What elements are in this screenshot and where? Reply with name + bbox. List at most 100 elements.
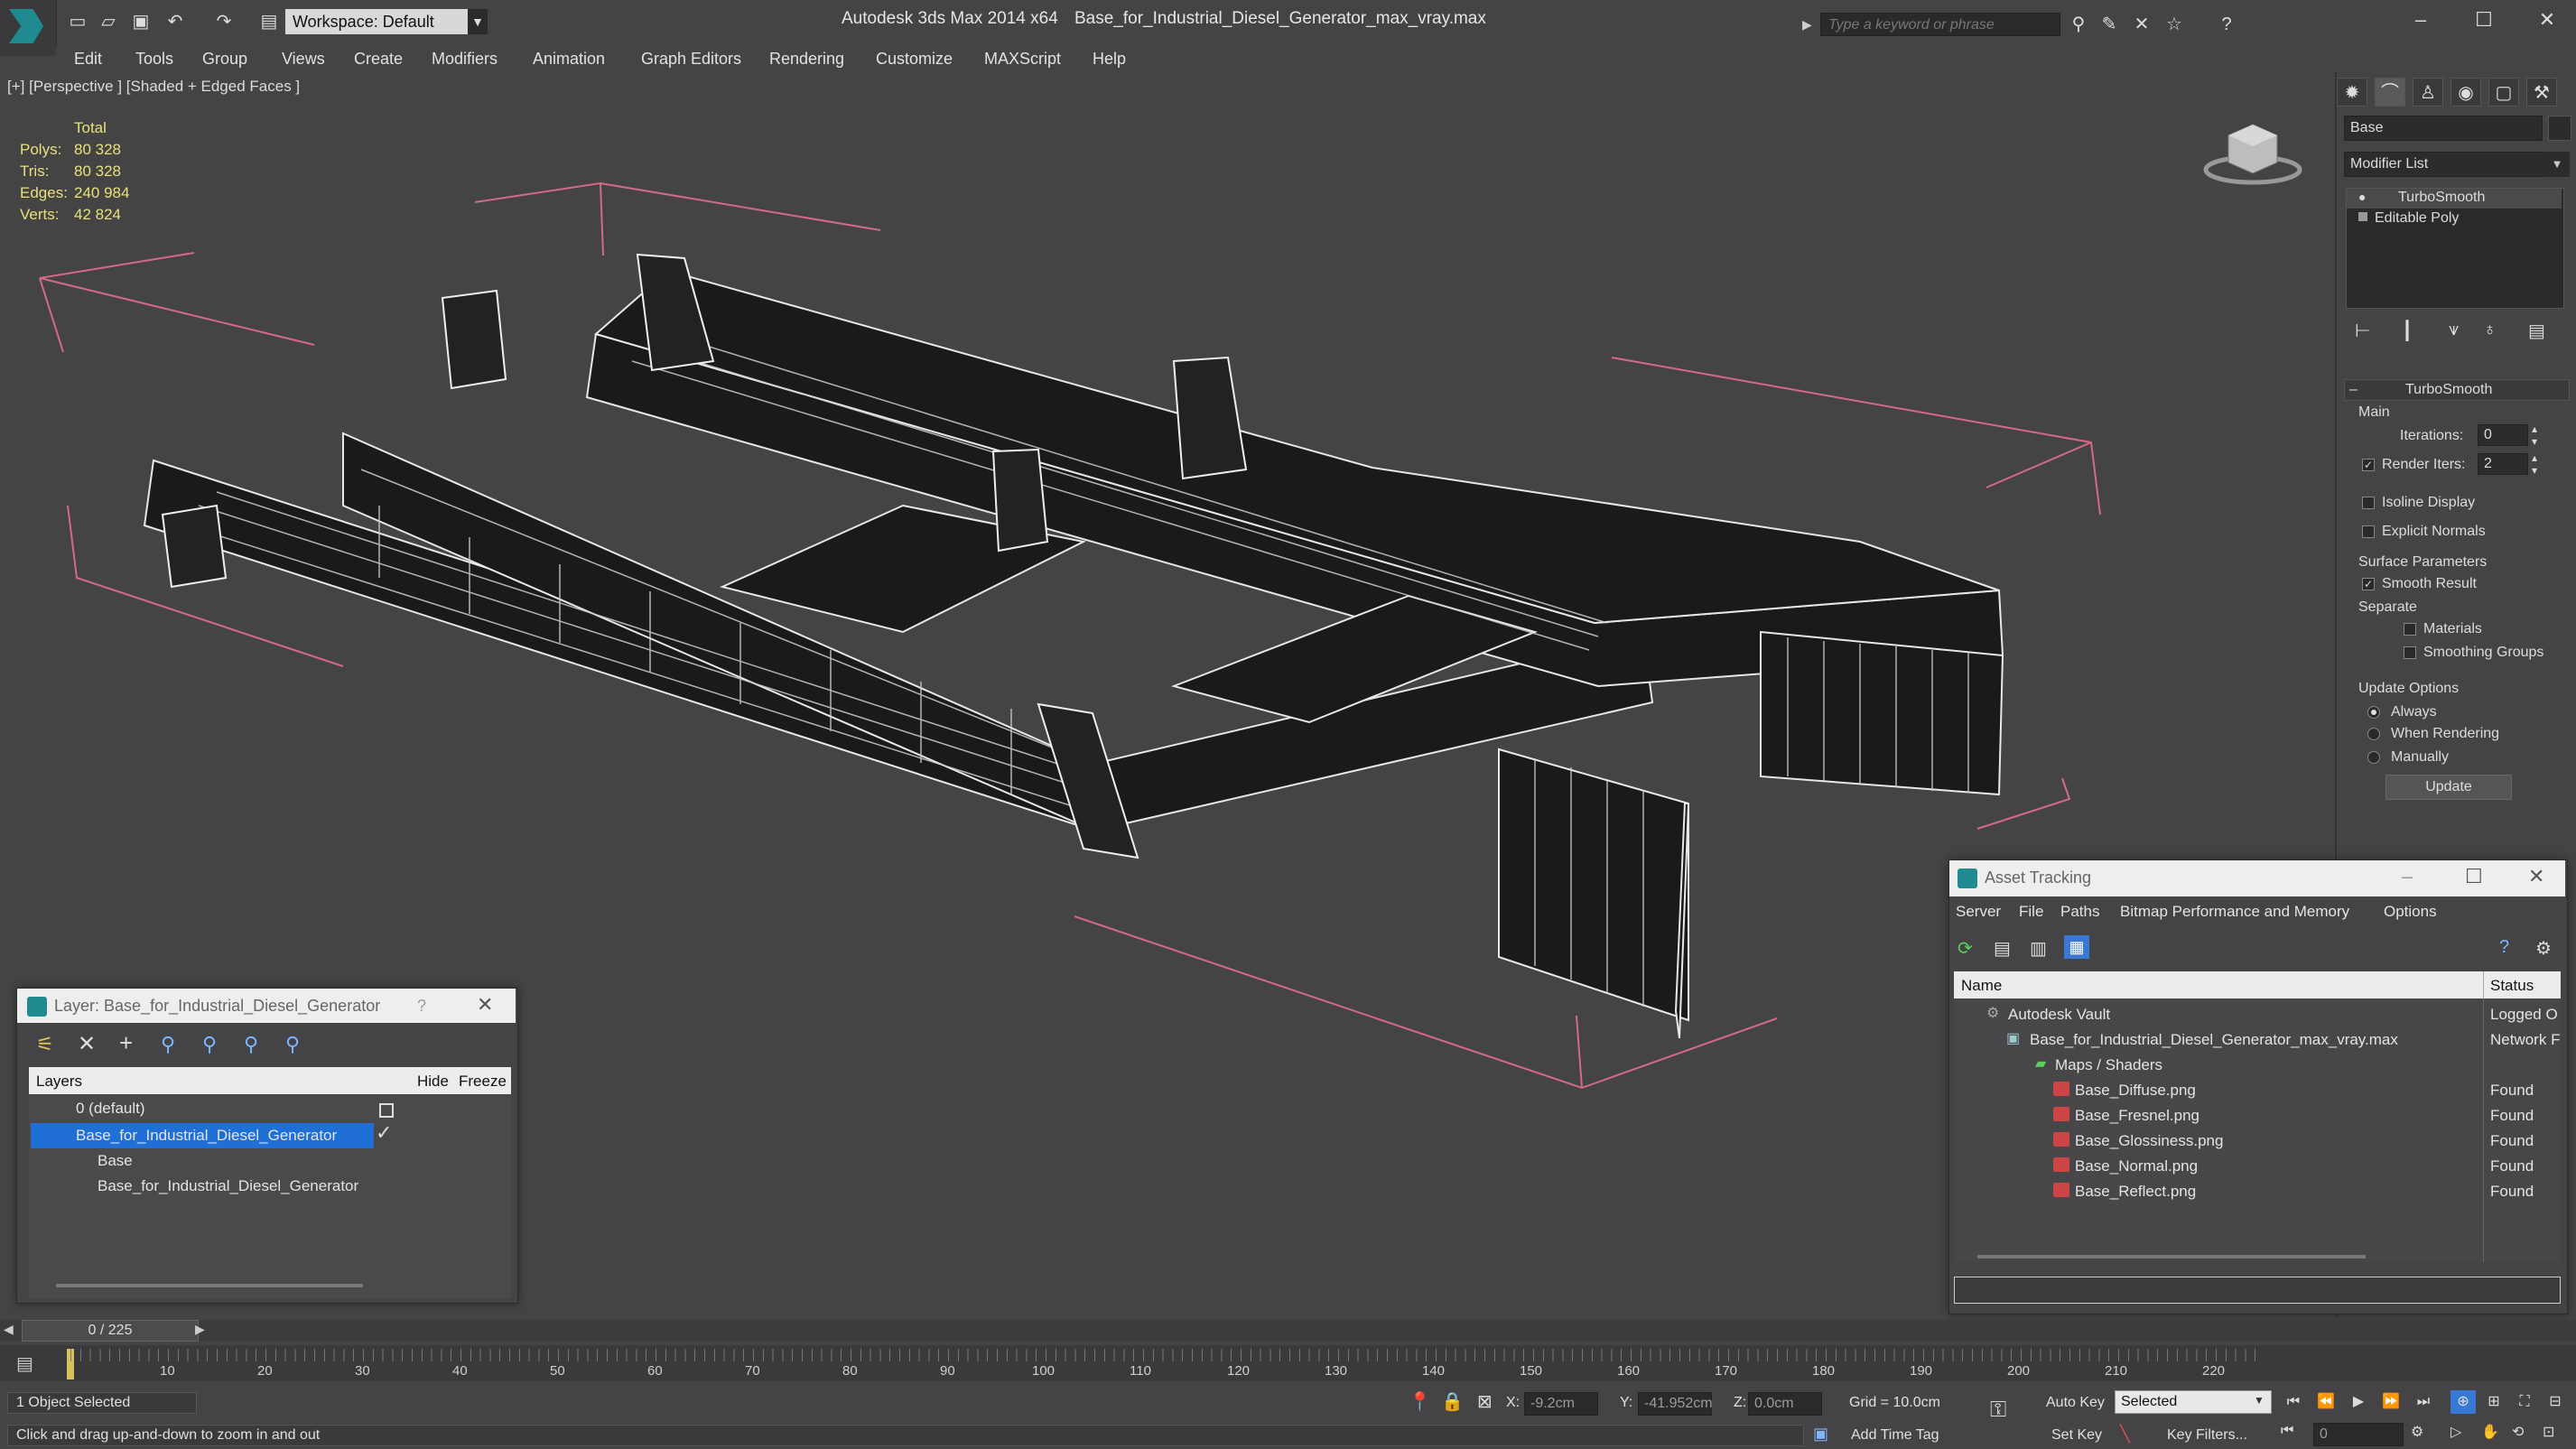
menu-help[interactable]: Help — [1093, 47, 1126, 70]
manually-radio[interactable] — [2367, 751, 2380, 764]
smoothing-groups-checkbox[interactable] — [2404, 646, 2416, 659]
asset-name[interactable]: Base_Fresnel.png — [2075, 1107, 2199, 1125]
create-tab-icon[interactable]: ✹ — [2337, 78, 2367, 107]
table-view-icon[interactable]: ▦ — [2064, 935, 2089, 959]
close-icon[interactable]: ✕ — [477, 993, 493, 1017]
set-key-button[interactable]: Set Key — [2051, 1427, 2102, 1444]
new-file-icon[interactable]: ▭ — [65, 9, 90, 34]
undo-icon[interactable]: ↶ — [163, 9, 188, 34]
stack-item-editable-poly[interactable]: Editable Poly — [2375, 210, 2459, 227]
modifier-list-dropdown[interactable]: Modifier List — [2344, 152, 2546, 177]
current-frame-field[interactable]: 0 — [2313, 1423, 2404, 1446]
asset-name[interactable]: Base_Normal.png — [2075, 1157, 2198, 1175]
checkmark-icon[interactable]: ✓ — [376, 1121, 392, 1145]
time-slider[interactable] — [0, 1320, 2576, 1342]
asset-name[interactable]: Autodesk Vault — [2008, 1006, 2110, 1024]
search-input[interactable]: Type a keyword or phrase — [1820, 13, 2060, 36]
curve-editor-icon[interactable]: ▤ — [16, 1352, 33, 1375]
list-view-icon[interactable]: ▤ — [1994, 937, 2011, 960]
isoline-display-checkbox[interactable] — [2362, 497, 2375, 509]
minimize-icon[interactable]: – — [2389, 2, 2452, 38]
chevron-down-icon[interactable]: ▼ — [468, 9, 488, 34]
close-icon[interactable]: ✕ — [2516, 2, 2576, 38]
project-folder-icon[interactable]: ▤ — [256, 9, 282, 34]
zoom-extents-all-icon[interactable]: ⊟ — [2543, 1390, 2568, 1414]
col-layers[interactable]: Layers — [36, 1073, 82, 1091]
time-tag-icon[interactable]: ▣ — [1813, 1425, 1828, 1444]
menu-create[interactable]: Create — [354, 47, 403, 70]
previous-frame-icon[interactable]: ⏪ — [2313, 1390, 2339, 1414]
always-radio[interactable] — [2367, 706, 2380, 719]
col-hide[interactable]: Hide — [417, 1073, 449, 1091]
object-name-field[interactable]: Base — [2344, 116, 2543, 141]
select-objects-icon[interactable]: ⚲ — [161, 1033, 175, 1056]
current-layer-icon[interactable] — [379, 1103, 394, 1118]
pan-view-icon[interactable]: ✋ — [2481, 1423, 2499, 1441]
time-slider-thumb[interactable]: 0 / 225 — [22, 1320, 199, 1342]
lock-selection-icon[interactable]: 🔒 — [1441, 1390, 1464, 1413]
menu-bitmap-performance[interactable]: Bitmap Performance and Memory — [2120, 903, 2349, 921]
maximize-icon[interactable]: ☐ — [2452, 2, 2516, 38]
chevron-down-icon[interactable]: ▼ — [2544, 152, 2570, 177]
add-to-layer-icon[interactable]: + — [119, 1029, 133, 1057]
y-coordinate-field[interactable]: -41.952cm — [1638, 1392, 1713, 1416]
menu-rendering[interactable]: Rendering — [769, 47, 844, 70]
go-to-end-icon[interactable]: ⏭ — [2411, 1390, 2436, 1414]
settings-icon[interactable]: ⚙ — [2535, 937, 2552, 960]
zoom-all-icon[interactable]: ⊞ — [2481, 1390, 2506, 1414]
modify-tab-icon[interactable]: ⌒ — [2375, 78, 2405, 107]
menu-modifiers[interactable]: Modifiers — [432, 47, 498, 70]
motion-tab-icon[interactable]: ◉ — [2450, 78, 2481, 107]
help-icon[interactable]: ? — [2499, 937, 2509, 958]
pin-stack-icon[interactable]: ⊢ — [2355, 320, 2370, 342]
utilities-tab-icon[interactable]: ⚒ — [2526, 78, 2557, 107]
spinner-arrows-icon[interactable]: ▴ ▾ — [2532, 423, 2537, 448]
materials-checkbox[interactable] — [2404, 623, 2416, 636]
asset-name[interactable]: Maps / Shaders — [2055, 1056, 2162, 1074]
workspace-dropdown[interactable]: Workspace: Default — [285, 9, 468, 34]
asset-name[interactable]: Base_Diffuse.png — [2075, 1082, 2196, 1100]
x-coordinate-field[interactable]: -9.2cm — [1524, 1392, 1598, 1416]
save-file-icon[interactable]: ▣ — [128, 9, 153, 34]
z-coordinate-field[interactable]: 0.0cm — [1748, 1392, 1822, 1416]
col-name[interactable]: Name — [1961, 977, 2002, 995]
menu-graph-editors[interactable]: Graph Editors — [641, 47, 741, 70]
spinner-arrows-icon[interactable]: ▴ ▾ — [2532, 451, 2537, 477]
maximize-viewport-icon[interactable]: ⊡ — [2543, 1423, 2554, 1441]
hierarchy-tab-icon[interactable]: ♙ — [2413, 78, 2443, 107]
menu-customize[interactable]: Customize — [876, 47, 953, 70]
viewcube-icon[interactable] — [2203, 117, 2302, 190]
horizontal-scrollbar[interactable] — [56, 1284, 363, 1287]
explicit-normals-checkbox[interactable] — [2362, 525, 2375, 538]
menu-tools[interactable]: Tools — [135, 47, 173, 70]
menu-maxscript[interactable]: MAXScript — [984, 47, 1061, 70]
menu-edit[interactable]: Edit — [74, 47, 102, 70]
smooth-result-checkbox[interactable]: ✓ — [2362, 578, 2375, 590]
chevron-down-icon[interactable]: ▼ — [2254, 1394, 2264, 1407]
app-logo-icon[interactable] — [0, 0, 57, 56]
favorites-star-icon[interactable]: ☆ — [2162, 13, 2187, 36]
orbit-icon[interactable]: ⟲ — [2512, 1423, 2524, 1441]
time-config-icon[interactable]: ⚙ — [2411, 1423, 2423, 1441]
help-icon[interactable]: ? — [2214, 13, 2239, 36]
menu-server[interactable]: Server — [1956, 903, 2001, 921]
asset-name[interactable]: Base_for_Industrial_Diesel_Generator_max… — [2030, 1031, 2398, 1049]
add-time-tag-button[interactable]: Add Time Tag — [1851, 1427, 1939, 1444]
maximize-icon[interactable]: ☐ — [2465, 865, 2483, 888]
hide-all-layers-icon[interactable]: ⚲ — [244, 1033, 258, 1056]
menu-group[interactable]: Group — [202, 47, 247, 70]
prev-frame-icon[interactable]: ◀ — [4, 1322, 14, 1337]
key-mode-toggle-icon[interactable]: ⏮ — [2281, 1423, 2293, 1439]
horizontal-scrollbar[interactable] — [1977, 1255, 2366, 1259]
asset-name[interactable]: Base_Glossiness.png — [2075, 1132, 2223, 1150]
menu-options[interactable]: Options — [2384, 903, 2437, 921]
key-icon[interactable]: ⚿ — [1990, 1398, 2006, 1423]
render-iters-checkbox[interactable]: ✓ — [2362, 459, 2375, 471]
menu-views[interactable]: Views — [282, 47, 325, 70]
collapse-icon[interactable]: – — [2349, 382, 2357, 398]
render-iters-spinner[interactable]: 2 — [2478, 453, 2528, 475]
search-expand-icon[interactable]: ▶ — [1802, 13, 1817, 36]
absolute-mode-icon[interactable]: ⊠ — [1477, 1390, 1493, 1413]
binoculars-icon[interactable]: ⚲ — [2066, 13, 2091, 36]
zoom-extents-icon[interactable]: ⛶ — [2512, 1390, 2537, 1414]
